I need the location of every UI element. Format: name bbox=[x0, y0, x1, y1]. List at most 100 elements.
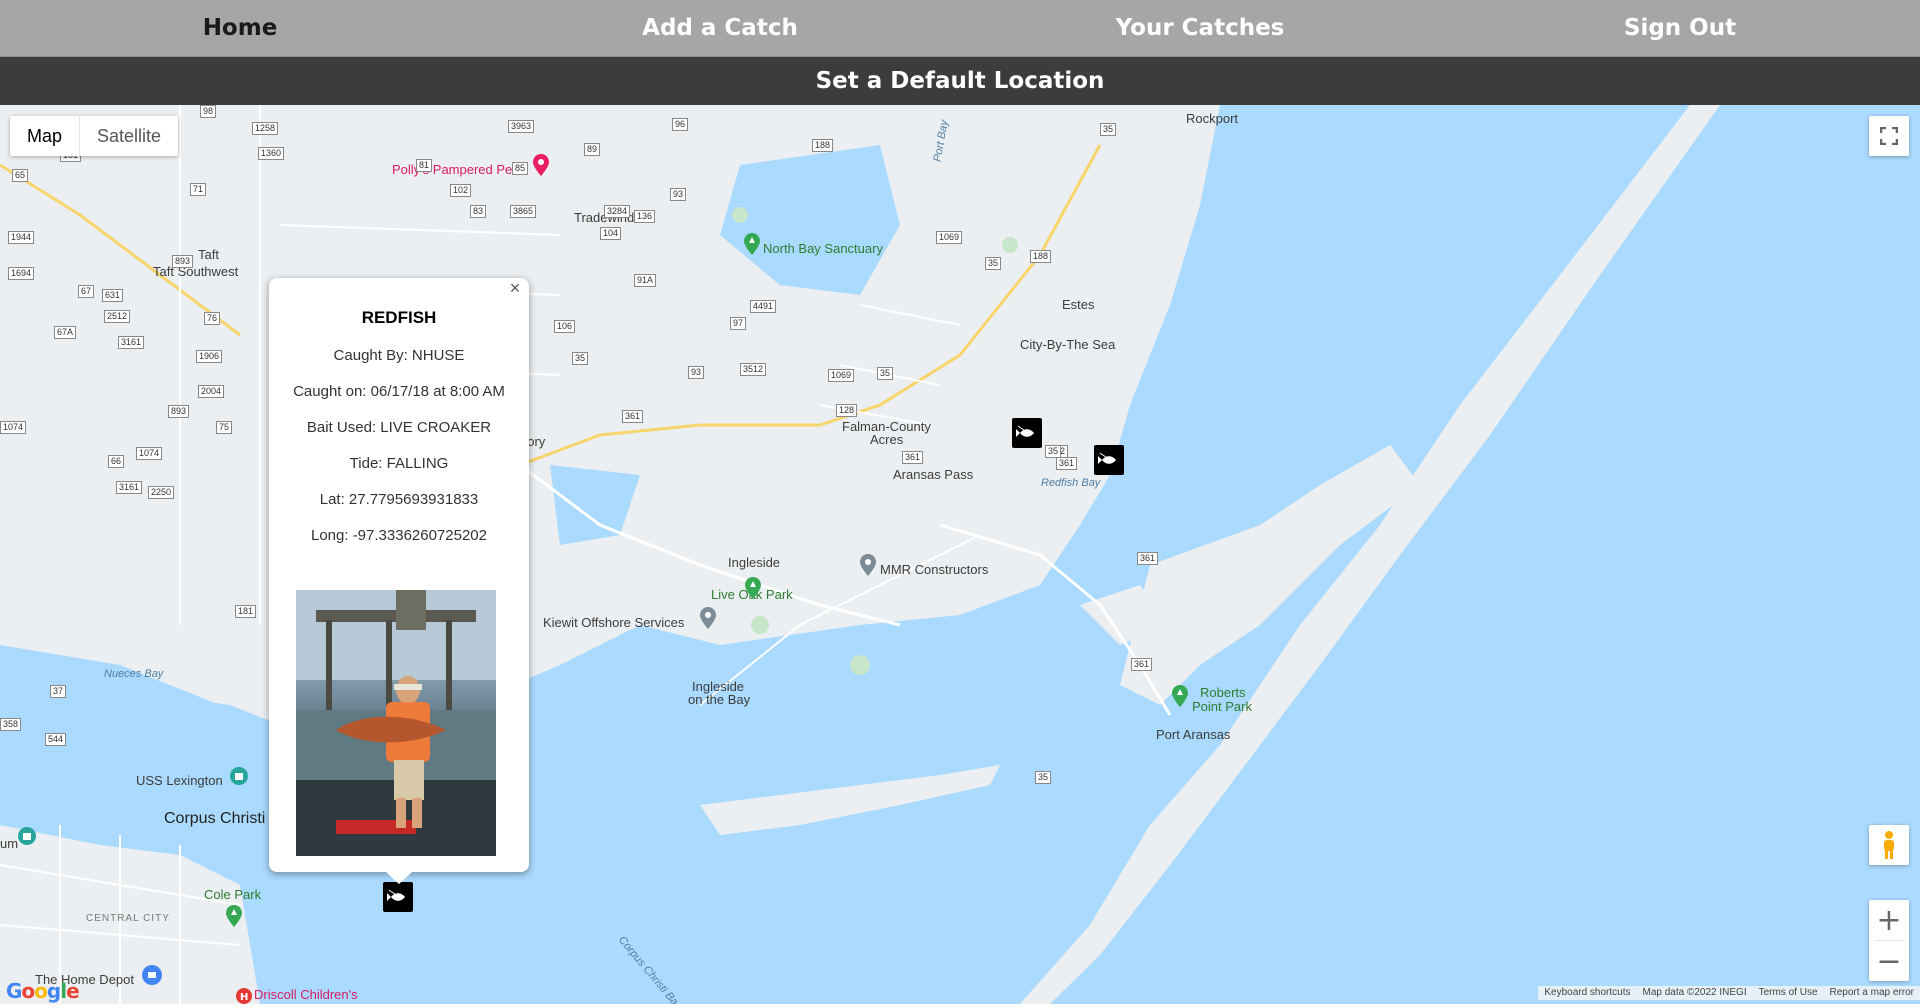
highway-shield: 188 bbox=[1030, 250, 1052, 263]
port-bay-water bbox=[720, 145, 900, 295]
highway-shield: 3865 bbox=[510, 205, 537, 218]
map-type-map-button[interactable]: Map bbox=[10, 116, 79, 156]
logo-letter: o bbox=[34, 979, 48, 1003]
highway-shield: 361 bbox=[1131, 658, 1153, 671]
highway-shield: 96 bbox=[672, 118, 689, 131]
highway-shield: 106 bbox=[554, 320, 576, 333]
zoom-in-button[interactable]: + bbox=[1869, 900, 1909, 940]
hospital-icon: H bbox=[236, 988, 252, 1004]
page-bottom-border bbox=[0, 1004, 1920, 1008]
nav-home-link[interactable]: Home bbox=[0, 0, 480, 56]
highway-shield: 4491 bbox=[750, 300, 777, 313]
place-label: Rockport bbox=[1186, 111, 1239, 126]
catch-longitude: Long: -97.3336260725202 bbox=[310, 527, 487, 544]
highway-shield: 89 bbox=[584, 143, 601, 156]
place-label: Taft Southwest bbox=[153, 264, 239, 279]
close-icon[interactable]: × bbox=[505, 278, 525, 298]
poi-label: Point Park bbox=[1192, 699, 1252, 714]
highway-shield: 2004 bbox=[198, 385, 225, 398]
fish-icon bbox=[1098, 452, 1116, 464]
poi-label: USS Lexington bbox=[136, 773, 223, 788]
highway-shield: 893 bbox=[172, 255, 194, 268]
highway-shield: 102 bbox=[450, 184, 472, 197]
highway-shield: 93 bbox=[670, 188, 687, 201]
green-patch-3 bbox=[850, 655, 870, 675]
place-label: Acres bbox=[870, 432, 904, 447]
poi-label: Cole Park bbox=[204, 887, 262, 902]
highway-shield: 3161 bbox=[118, 336, 145, 349]
highway-shield: 35 bbox=[877, 367, 894, 380]
catch-species: REDFISH bbox=[361, 308, 437, 327]
fullscreen-button[interactable] bbox=[1869, 116, 1909, 156]
water-label: Redfish Bay bbox=[1041, 477, 1101, 489]
google-logo[interactable]: Google bbox=[6, 979, 80, 1003]
place-label: City-By-The Sea bbox=[1020, 337, 1116, 352]
catch-tide: Tide: FALLING bbox=[349, 455, 449, 472]
green-patch-1 bbox=[732, 207, 748, 223]
highway-shield: 361 bbox=[902, 451, 924, 464]
set-default-location-button[interactable]: Set a Default Location bbox=[0, 57, 1920, 105]
nav-your-catches-link[interactable]: Your Catches bbox=[960, 0, 1440, 56]
highway-shield: 893 bbox=[168, 405, 190, 418]
highway-shield: 81 bbox=[416, 159, 433, 172]
fish-icon bbox=[1016, 425, 1034, 437]
poi-label: Driscoll Children's bbox=[254, 987, 358, 1002]
museum-icon bbox=[230, 767, 248, 785]
highway-shield: 188 bbox=[812, 139, 834, 152]
inland-water bbox=[550, 465, 640, 545]
pegman-icon bbox=[1884, 831, 1894, 859]
nav-sign-out-link[interactable]: Sign Out bbox=[1440, 0, 1920, 56]
map-canvas[interactable]: Rockport Polly's Pampered Pets Tradewind… bbox=[0, 105, 1920, 1004]
keyboard-shortcuts-link[interactable]: Keyboard shortcuts bbox=[1538, 986, 1636, 1000]
catch-marker[interactable] bbox=[1012, 418, 1042, 448]
highway-shield: 98 bbox=[200, 105, 217, 118]
highway-shield: 2250 bbox=[148, 486, 175, 499]
report-map-error-link[interactable]: Report a map error bbox=[1824, 986, 1920, 1000]
map-attribution: Keyboard shortcuts Map data ©2022 INEGI … bbox=[1538, 986, 1920, 1000]
highway-shield: 361 bbox=[1137, 552, 1159, 565]
map-data-text: Map data ©2022 INEGI bbox=[1642, 987, 1747, 998]
highway-shield: 71 bbox=[190, 183, 207, 196]
highway-shield: 35 bbox=[985, 257, 1002, 270]
highway-shield: 358 bbox=[0, 718, 22, 731]
terms-of-use-link[interactable]: Terms of Use bbox=[1753, 986, 1824, 1000]
catch-photo bbox=[296, 590, 496, 856]
svg-text:H: H bbox=[240, 992, 248, 1003]
highway-shield: 544 bbox=[45, 733, 67, 746]
place-label: on the Bay bbox=[688, 692, 751, 707]
highway-shield: 35 bbox=[1100, 123, 1117, 136]
map-type-satellite-button[interactable]: Satellite bbox=[80, 116, 178, 156]
street-view-button[interactable] bbox=[1869, 825, 1909, 865]
highway-shield: 3161 bbox=[116, 481, 143, 494]
highway-shield: 35 bbox=[1045, 445, 1062, 458]
catch-date: Caught on: 06/17/18 at 8:00 AM bbox=[293, 383, 505, 400]
highway-shield: 35 bbox=[1035, 771, 1052, 784]
poi-label: MMR Constructors bbox=[880, 562, 989, 577]
highway-shield: 83 bbox=[470, 205, 487, 218]
highway-shield: 66 bbox=[108, 455, 125, 468]
highway-shield: 136 bbox=[634, 210, 656, 223]
highway-shield: 37 bbox=[50, 685, 67, 698]
catch-marker-selected[interactable] bbox=[383, 882, 413, 912]
pet-store-pin-icon bbox=[533, 154, 549, 176]
zoom-out-button[interactable]: − bbox=[1869, 941, 1909, 981]
nav-add-catch-link[interactable]: Add a Catch bbox=[480, 0, 960, 56]
logo-letter: e bbox=[66, 979, 80, 1003]
place-label: Ingleside bbox=[728, 555, 781, 570]
catch-marker[interactable] bbox=[1094, 445, 1124, 475]
highway-shield: 1944 bbox=[8, 231, 35, 244]
poi-label: North Bay Sanctuary bbox=[763, 241, 883, 256]
poi-label: Kiewit Offshore Services bbox=[543, 615, 685, 630]
green-patch-4 bbox=[1002, 237, 1018, 253]
highway-shield: 93 bbox=[688, 366, 705, 379]
place-label: Estes bbox=[1062, 297, 1095, 312]
catch-photo-image bbox=[296, 590, 496, 856]
highway-shield: 1360 bbox=[258, 147, 285, 160]
fish-icon bbox=[387, 889, 405, 901]
store-pin-icon bbox=[142, 965, 162, 985]
zoom-control: + − bbox=[1869, 900, 1909, 981]
top-nav: Home Add a Catch Your Catches Sign Out bbox=[0, 0, 1920, 57]
poi-label: Roberts bbox=[1200, 685, 1246, 700]
catch-latitude: Lat: 27.7795693931833 bbox=[319, 491, 479, 508]
highway-shield: 181 bbox=[235, 605, 257, 618]
